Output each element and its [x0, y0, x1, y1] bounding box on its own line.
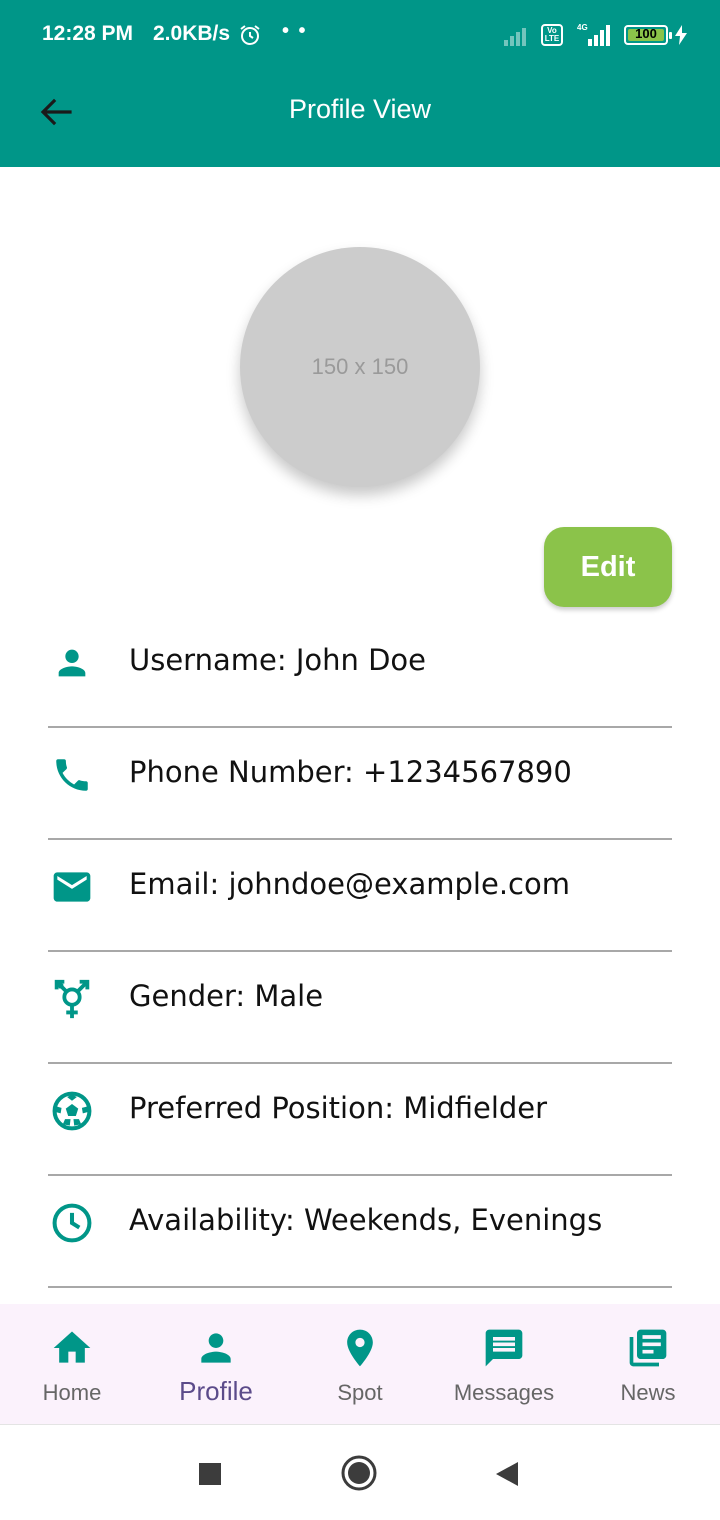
- nav-item-news[interactable]: News: [576, 1304, 720, 1424]
- battery-icon: 100: [624, 25, 672, 45]
- nav-item-profile[interactable]: Profile: [144, 1304, 288, 1424]
- location-pin-icon: [336, 1324, 384, 1372]
- signal-strong-icon: 4G: [577, 23, 610, 46]
- profile-field-availability: Availability: Weekends, Evenings: [48, 1176, 672, 1288]
- email-icon: [48, 863, 96, 911]
- nav-item-spot[interactable]: Spot: [288, 1304, 432, 1424]
- status-time: 12:28 PM: [42, 22, 134, 45]
- home-button-icon[interactable]: [340, 1454, 378, 1492]
- back-triangle-icon[interactable]: [494, 1460, 520, 1488]
- app-bar: 12:28 PM 2.0KB/s • • Vo LTE 4G 100 Profi…: [0, 0, 720, 167]
- volte-icon: Vo LTE: [541, 24, 563, 46]
- nav-label-news: News: [620, 1380, 676, 1405]
- system-navigation-bar: [0, 1424, 720, 1520]
- status-network-speed: 2.0KB/s: [153, 22, 231, 45]
- notification-dots: • •: [282, 20, 308, 42]
- profile-field-phone: Phone Number: +1234567890: [48, 728, 672, 840]
- profile-field-username: Username: John Doe: [48, 616, 672, 728]
- person-icon: [48, 639, 96, 687]
- person-icon: [192, 1324, 240, 1372]
- edit-button[interactable]: Edit: [544, 527, 672, 607]
- phone-icon: [48, 751, 96, 799]
- charging-icon: [675, 25, 687, 45]
- nav-item-home[interactable]: Home: [0, 1304, 144, 1424]
- battery-level: 100: [635, 26, 657, 41]
- page-title: Profile View: [288, 94, 432, 124]
- avatar[interactable]: 150 x 150: [240, 247, 480, 487]
- network-type-label: 4G: [577, 23, 588, 32]
- alarm-icon: [240, 25, 260, 45]
- gender-icon: [48, 975, 96, 1023]
- phone-number-text: Phone Number: +1234567890: [129, 755, 572, 789]
- status-bar: 12:28 PM 2.0KB/s • • Vo LTE 4G 100: [0, 0, 720, 70]
- gender-text: Gender: Male: [129, 979, 324, 1013]
- nav-label-profile: Profile: [179, 1376, 253, 1406]
- avatar-placeholder-text: 150 x 150: [311, 354, 409, 379]
- clock-icon: [48, 1199, 96, 1247]
- profile-field-position: Preferred Position: Midfielder: [48, 1064, 672, 1176]
- availability-text: Availability: Weekends, Evenings: [129, 1203, 603, 1237]
- recent-apps-icon[interactable]: [198, 1462, 222, 1486]
- nav-label-spot: Spot: [337, 1380, 383, 1405]
- nav-item-messages[interactable]: Messages: [432, 1304, 576, 1424]
- profile-field-email: Email: johndoe@example.com: [48, 840, 672, 952]
- bottom-navigation: Home Profile Spot Messages News: [0, 1304, 720, 1424]
- nav-label-home: Home: [42, 1380, 102, 1405]
- email-text: Email: johndoe@example.com: [129, 867, 570, 901]
- message-icon: [480, 1324, 528, 1372]
- home-icon: [48, 1324, 96, 1372]
- signal-weak-icon: [504, 28, 526, 46]
- news-icon: [624, 1324, 672, 1372]
- username-text: Username: John Doe: [129, 643, 427, 677]
- nav-label-messages: Messages: [453, 1380, 555, 1405]
- profile-field-gender: Gender: Male: [48, 952, 672, 1064]
- preferred-position-text: Preferred Position: Midfielder: [129, 1091, 548, 1125]
- soccer-ball-icon: [48, 1087, 96, 1135]
